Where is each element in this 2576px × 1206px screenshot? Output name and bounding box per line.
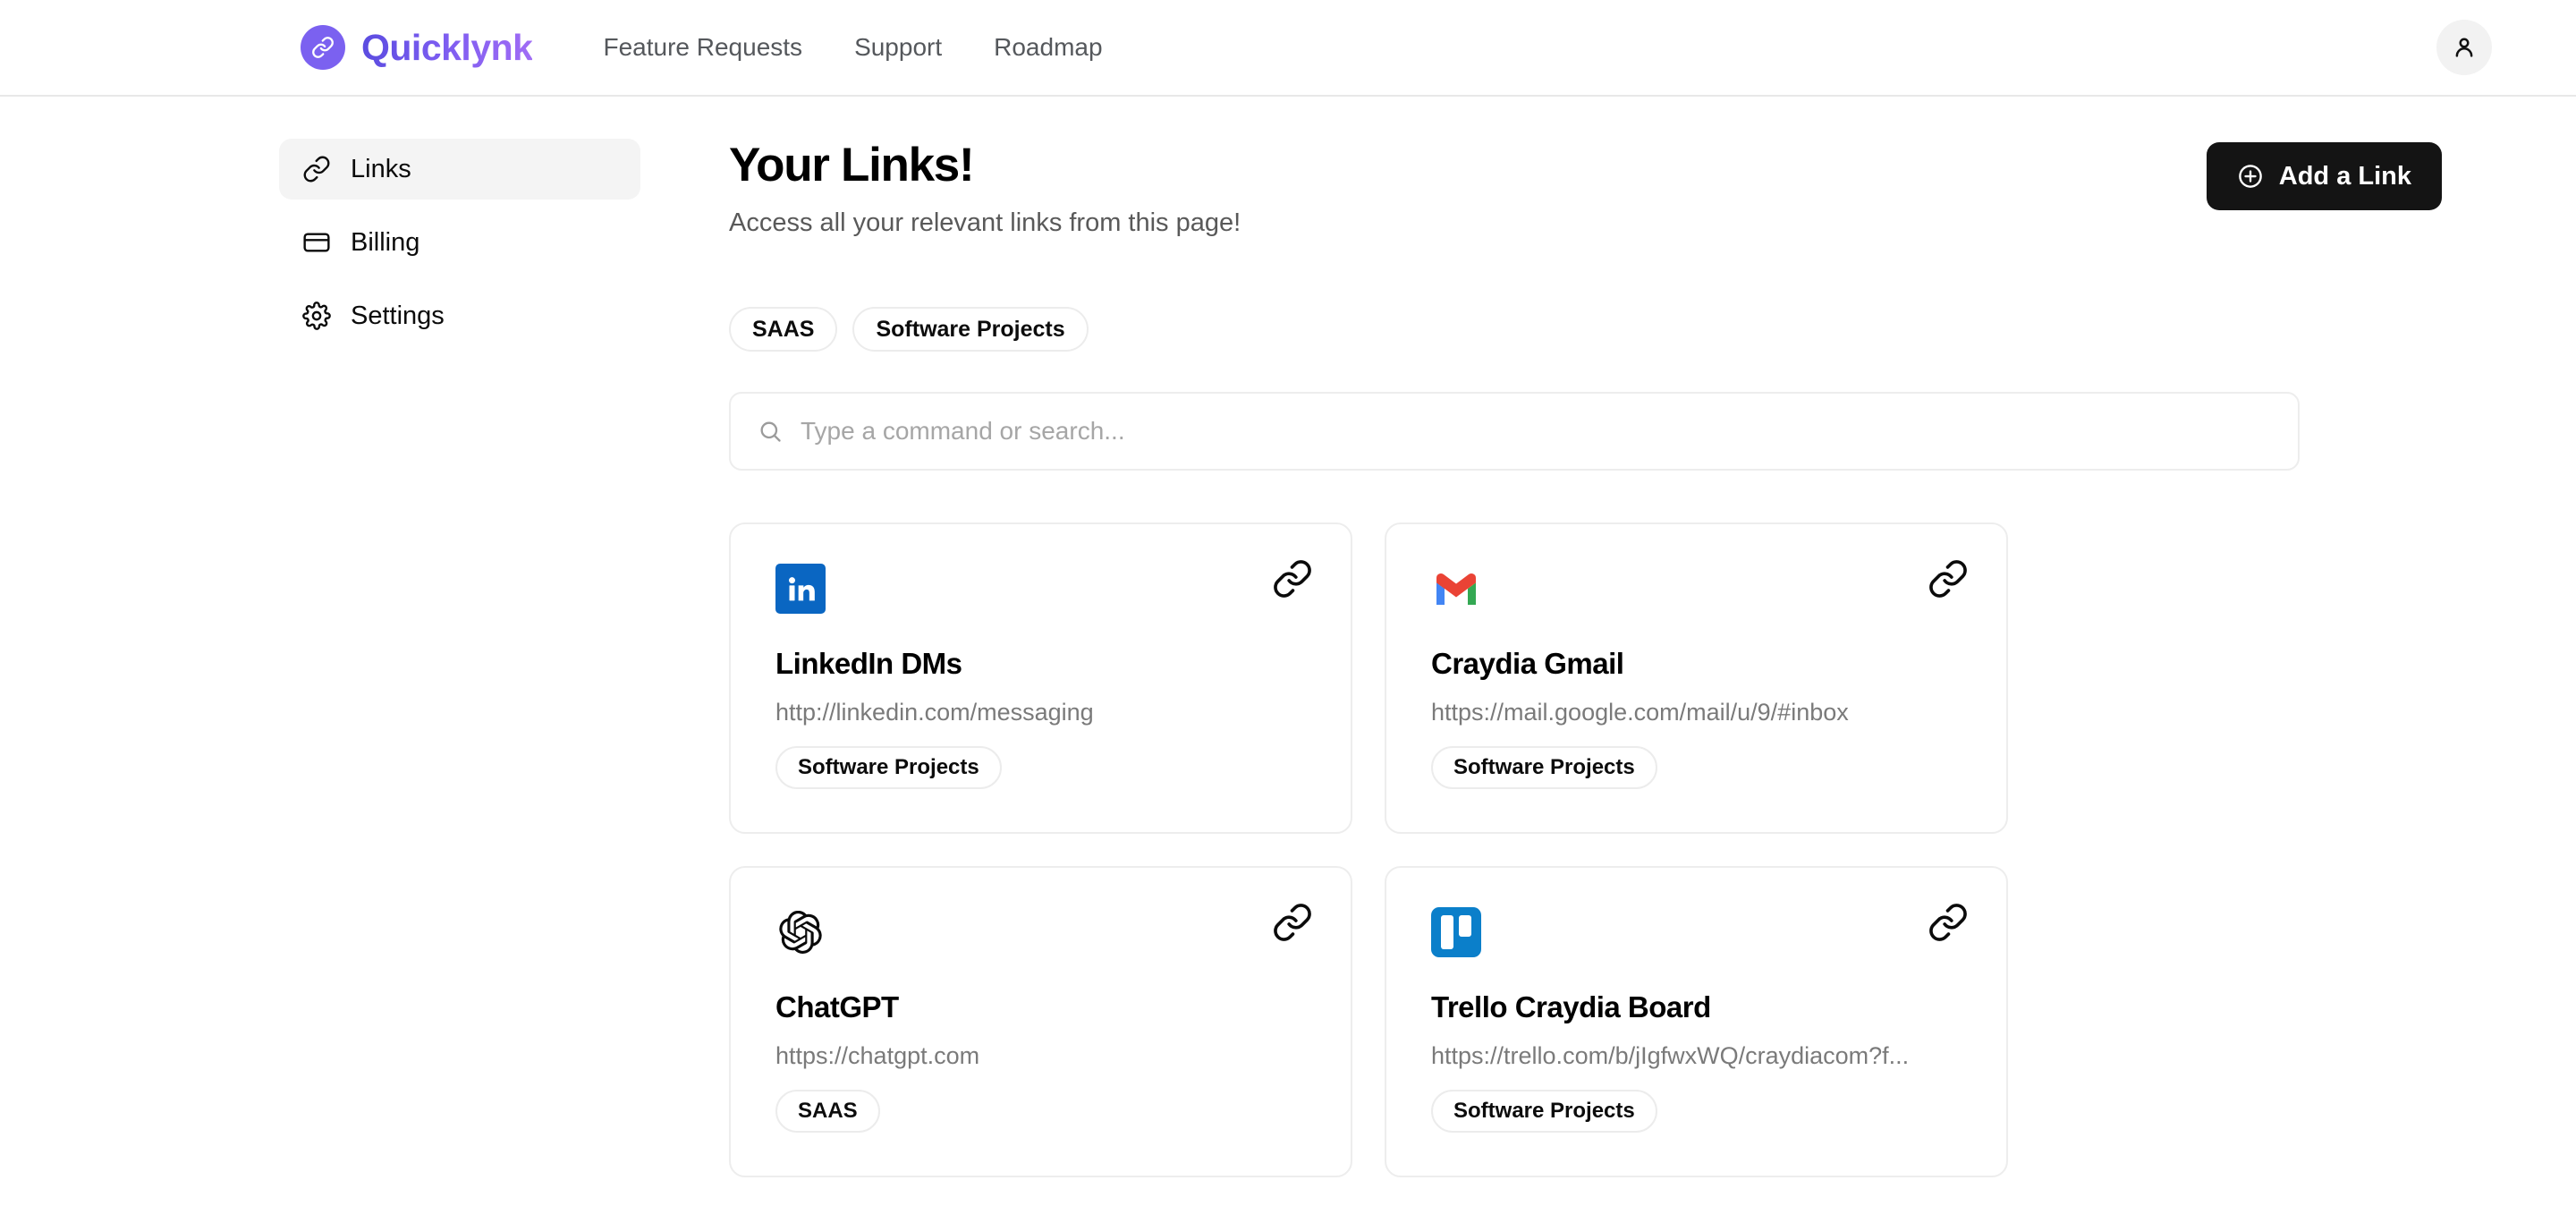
nav-item-roadmap[interactable]: Roadmap	[994, 33, 1102, 62]
search-bar[interactable]	[729, 392, 2300, 471]
openai-logo	[775, 907, 826, 957]
link-icon	[302, 155, 331, 183]
add-a-link-button[interactable]: Add a Link	[2206, 142, 2442, 210]
chain-link-icon[interactable]	[1928, 558, 1969, 599]
filter-chip-software-projects[interactable]: Software Projects	[852, 307, 1089, 352]
link-card-tag: SAAS	[775, 1090, 880, 1133]
link-card-url: https://trello.com/b/jIgfwxWQ/craydiacom…	[1431, 1042, 1910, 1069]
link-card-tag: Software Projects	[1431, 746, 1657, 789]
credit-card-icon	[302, 228, 331, 257]
trello-logo	[1431, 907, 1481, 957]
search-input[interactable]	[801, 417, 2271, 446]
page-subtitle: Access all your relevant links from this…	[729, 208, 1241, 238]
sidebar-item-label-settings: Settings	[351, 301, 445, 330]
link-card-url: https://mail.google.com/mail/u/9/#inbox	[1431, 699, 1849, 726]
link-card-linkedin[interactable]: LinkedIn DMs http://linkedin.com/messagi…	[729, 522, 1352, 834]
sidebar-item-billing[interactable]: Billing	[279, 212, 640, 273]
page-shell: Links Billing Settings Your Links! Acces…	[0, 97, 2576, 1177]
link-card-title: Trello Craydia Board	[1431, 990, 1711, 1023]
top-navigation-bar: Quicklynk Feature Requests Support Roadm…	[0, 0, 2576, 97]
user-icon	[2455, 38, 2473, 57]
link-card-title: LinkedIn DMs	[775, 647, 962, 680]
main-content: Your Links! Access all your relevant lin…	[729, 139, 2442, 1177]
link-card-gmail[interactable]: Craydia Gmail https://mail.google.com/ma…	[1385, 522, 2008, 834]
chain-link-icon[interactable]	[1928, 902, 1969, 943]
sidebar-item-links[interactable]: Links	[279, 139, 640, 200]
page-title: Your Links!	[729, 139, 975, 191]
filter-chip-saas[interactable]: SAAS	[729, 307, 838, 352]
links-grid: LinkedIn DMs http://linkedin.com/messagi…	[729, 522, 2442, 1177]
sidebar: Links Billing Settings	[279, 139, 640, 1177]
sidebar-item-label-links: Links	[351, 154, 411, 183]
chain-link-icon[interactable]	[1272, 902, 1313, 943]
chain-link-icon[interactable]	[1272, 558, 1313, 599]
brand-name: Quicklynk	[361, 26, 533, 68]
link-card-title: ChatGPT	[775, 990, 899, 1023]
linkedin-logo	[775, 564, 826, 614]
link-card-url: http://linkedin.com/messaging	[775, 699, 1094, 726]
brand-logo[interactable]: Quicklynk	[301, 25, 533, 70]
link-card-tag: Software Projects	[775, 746, 1002, 789]
nav-item-feature-requests[interactable]: Feature Requests	[603, 33, 802, 62]
sidebar-item-settings[interactable]: Settings	[279, 285, 640, 346]
avatar[interactable]	[2436, 20, 2492, 75]
gmail-logo	[1431, 564, 1481, 614]
top-nav-links: Feature Requests Support Roadmap	[603, 33, 1102, 62]
search-icon	[758, 419, 783, 444]
link-card-url: https://chatgpt.com	[775, 1042, 980, 1069]
gear-icon	[302, 302, 331, 330]
plus-circle-icon	[2237, 163, 2264, 190]
link-card-title: Craydia Gmail	[1431, 647, 1624, 680]
add-a-link-label: Add a Link	[2278, 161, 2411, 191]
link-card-trello[interactable]: Trello Craydia Board https://trello.com/…	[1385, 866, 2008, 1177]
link-card-chatgpt[interactable]: ChatGPT https://chatgpt.com SAAS	[729, 866, 1352, 1177]
tag-filter-chips: SAAS Software Projects	[729, 307, 2442, 352]
brand-link-icon	[301, 25, 345, 70]
link-card-tag: Software Projects	[1431, 1090, 1657, 1133]
page-header: Your Links! Access all your relevant lin…	[729, 139, 2442, 255]
nav-item-support[interactable]: Support	[854, 33, 942, 62]
sidebar-item-label-billing: Billing	[351, 227, 420, 257]
